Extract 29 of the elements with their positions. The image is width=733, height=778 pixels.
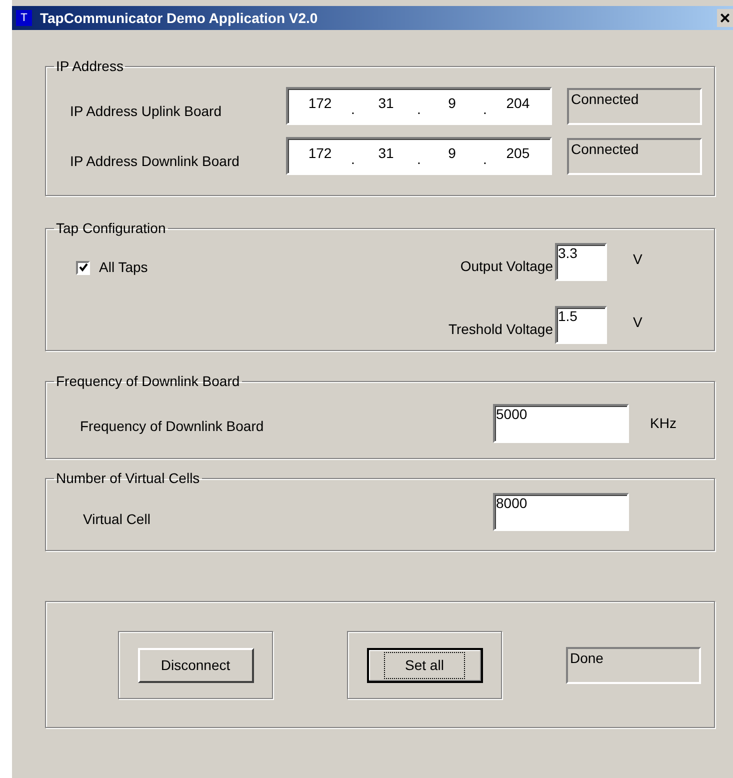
group-title: Number of Virtual Cells [55, 469, 201, 488]
field-label: Frequency of Downlink Board [79, 417, 265, 436]
voltage-field[interactable]: 1.5 [555, 306, 607, 344]
group-title: Frequency of Downlink Board [55, 372, 241, 391]
frequency-field[interactable]: 5000 [493, 404, 629, 443]
field-label: IP Address Uplink Board [69, 102, 222, 121]
unit-label: V [633, 312, 642, 332]
group-title: IP Address [55, 57, 124, 76]
status-text: Connected [567, 88, 702, 124]
status-text: Done [566, 646, 701, 684]
ip-address-field[interactable]: 172 . 31 . 9 . 205 [286, 137, 552, 175]
check-icon [78, 263, 88, 272]
group-title: Tap Configuration [55, 219, 167, 238]
status-text: Connected [567, 138, 702, 174]
unit-label: KHz [650, 414, 676, 433]
action-button[interactable]: Set all [366, 648, 482, 682]
field-label: Virtual Cell [82, 510, 152, 528]
action-button[interactable]: Disconnect [138, 648, 254, 682]
field-label: Treshold Voltage [447, 320, 554, 339]
voltage-field[interactable]: 3.3 [555, 243, 607, 281]
field-label: IP Address Downlink Board [69, 152, 240, 170]
all-taps-checkbox[interactable]: All Taps [76, 257, 148, 278]
window-title: TapCommunicator Demo Application V2.0 [40, 8, 318, 28]
close-button[interactable]: × [717, 9, 733, 27]
ip-address-field[interactable]: 172 . 31 . 9 . 204 [286, 87, 552, 125]
cell-count-field[interactable]: 8000 [493, 493, 629, 531]
app-icon: T [16, 10, 32, 26]
unit-label: V [633, 250, 642, 268]
field-label: Output Voltage [459, 256, 554, 276]
